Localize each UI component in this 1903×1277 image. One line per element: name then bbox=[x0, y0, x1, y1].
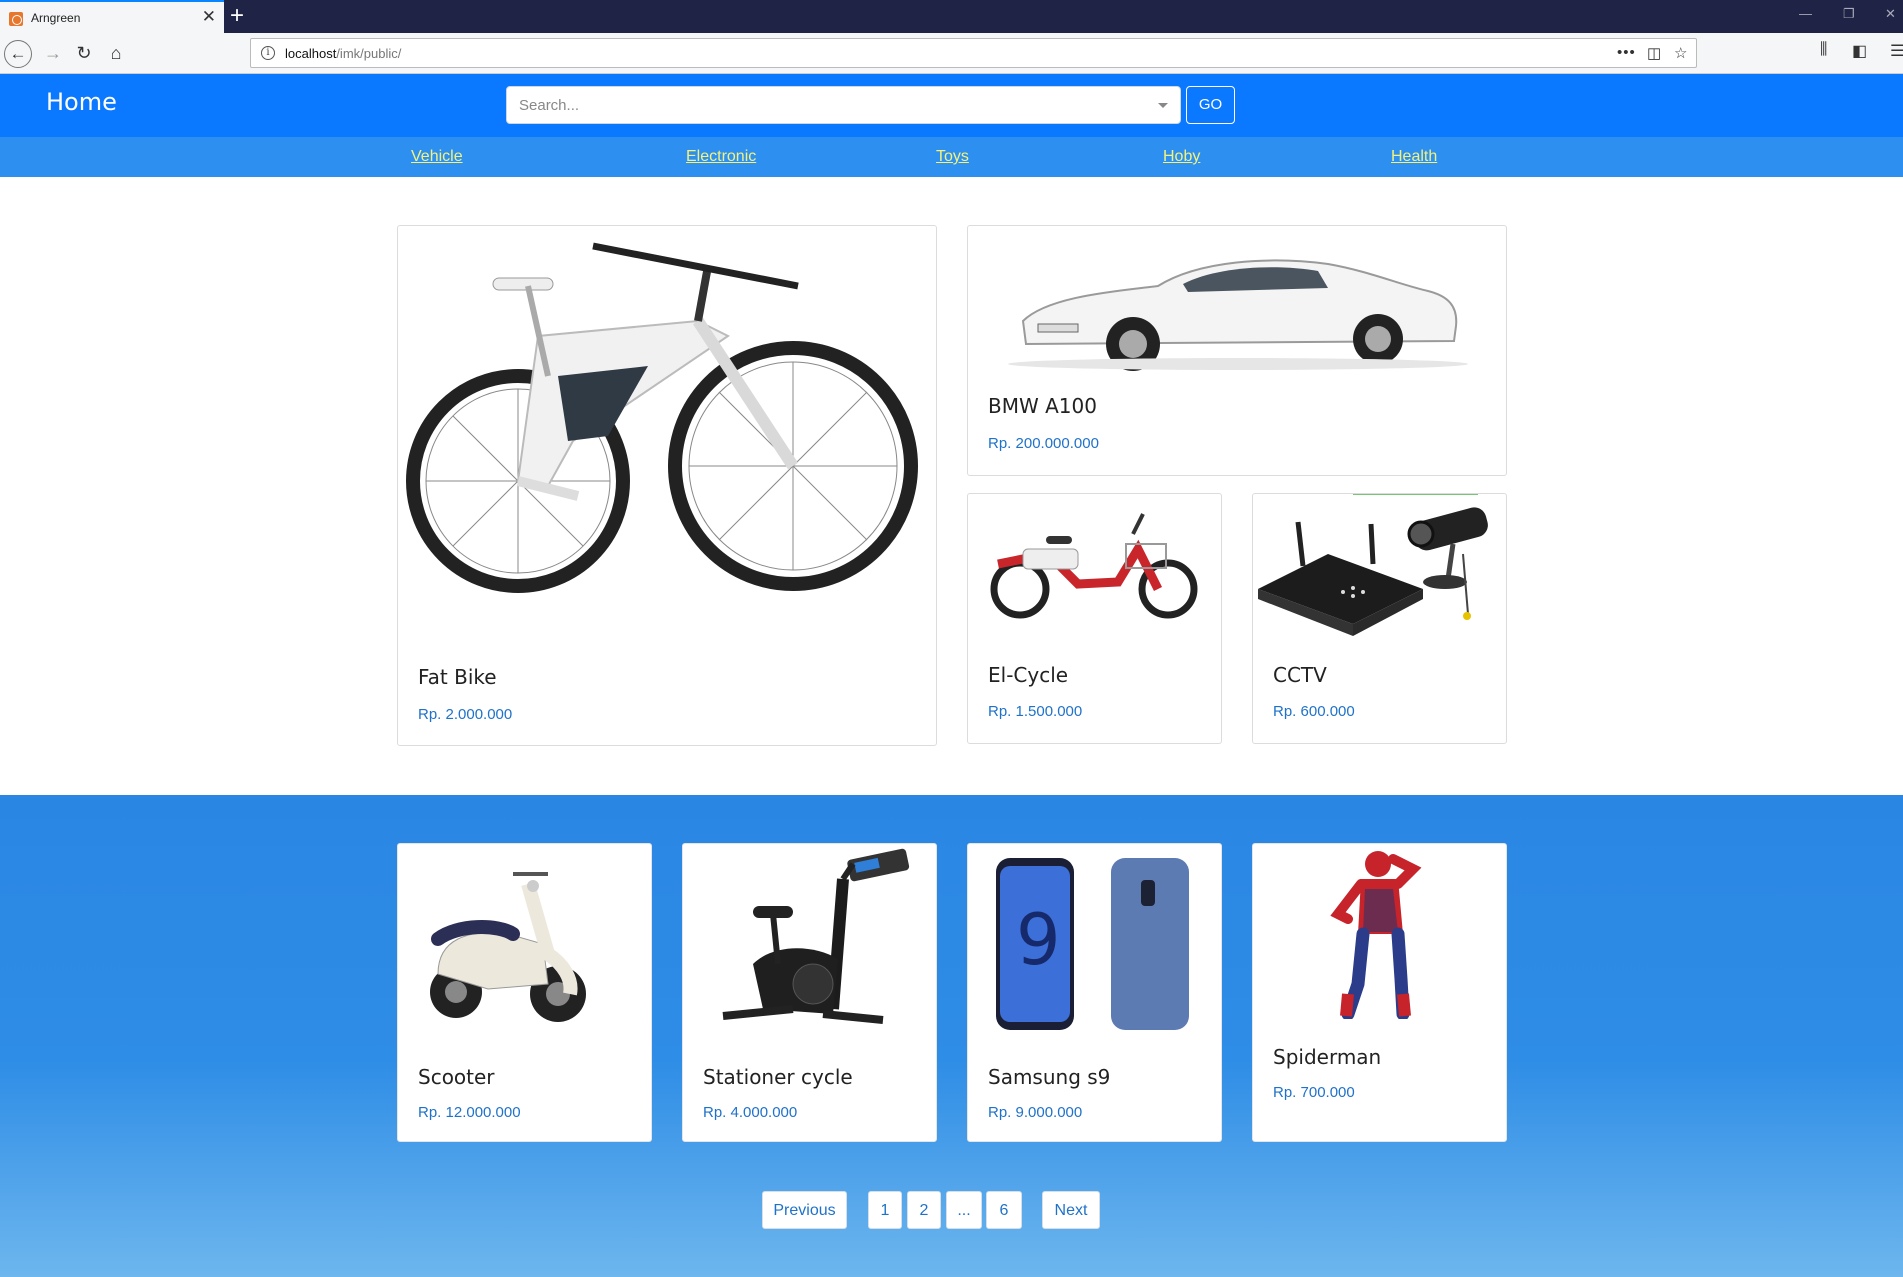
product-price: Rp. 4.000.000 bbox=[703, 1104, 798, 1121]
restore-icon[interactable]: ❐ bbox=[1843, 6, 1855, 22]
page-actions-icon[interactable]: ••• bbox=[1617, 44, 1636, 61]
sidebar-icon[interactable]: ◧ bbox=[1852, 41, 1867, 61]
url-text[interactable]: localhost/imk/public/ bbox=[285, 46, 401, 61]
svg-text:9: 9 bbox=[1016, 899, 1061, 981]
minimize-icon[interactable]: — bbox=[1799, 6, 1812, 21]
product-name[interactable]: Scooter bbox=[418, 1065, 495, 1089]
product-name[interactable]: BMW A100 bbox=[988, 394, 1097, 418]
info-icon[interactable]: i bbox=[261, 46, 275, 60]
product-card-stationer-cycle[interactable]: Stationer cycle Rp. 4.000.000 bbox=[682, 843, 937, 1142]
product-price: Rp. 1.500.000 bbox=[988, 703, 1083, 720]
product-name[interactable]: Stationer cycle bbox=[703, 1065, 853, 1089]
url-host: localhost bbox=[285, 46, 337, 61]
category-link-hoby[interactable]: Hoby bbox=[1163, 148, 1200, 166]
product-card-samsung-s9[interactable]: 9 Samsung s9 Rp. 9.000.000 bbox=[967, 843, 1222, 1142]
url-path: /imk/public/ bbox=[336, 46, 402, 61]
xampp-favicon-icon bbox=[9, 12, 23, 26]
category-link-electronic[interactable]: Electronic bbox=[686, 148, 756, 166]
close-window-icon[interactable]: ✕ bbox=[1885, 6, 1896, 22]
product-price: Rp. 700.000 bbox=[1273, 1084, 1355, 1101]
tab-title: Arngreen bbox=[31, 11, 81, 25]
dropdown-caret-icon[interactable] bbox=[1158, 103, 1168, 108]
reload-icon[interactable]: ↻ bbox=[71, 41, 97, 67]
page-ellipsis: ... bbox=[946, 1191, 982, 1229]
electric-bicycle-image bbox=[990, 513, 1198, 619]
back-arrow-icon[interactable]: ← bbox=[4, 40, 32, 68]
product-card-cctv[interactable]: CCTV Rp. 600.000 bbox=[1252, 493, 1507, 744]
pocket-icon[interactable]: ◫ bbox=[1647, 44, 1661, 62]
action-figure-image bbox=[1330, 851, 1422, 1019]
new-tab-icon[interactable]: + bbox=[230, 4, 244, 28]
product-name[interactable]: CCTV bbox=[1273, 663, 1327, 687]
product-price: Rp. 2.000.000 bbox=[418, 706, 513, 723]
search-select[interactable] bbox=[506, 86, 1181, 124]
product-card-el-cycle[interactable]: El-Cycle Rp. 1.500.000 bbox=[967, 493, 1222, 744]
white-car-image bbox=[1008, 259, 1468, 371]
go-button[interactable]: GO bbox=[1186, 86, 1235, 124]
home-icon[interactable]: ⌂ bbox=[103, 41, 129, 67]
exercise-bike-image bbox=[722, 848, 910, 1024]
smartphone-image: 9 bbox=[996, 858, 1189, 1030]
browser-toolbar: ← → ↻ ⌂ i localhost/imk/public/ ••• ◫ ☆ … bbox=[0, 33, 1903, 74]
product-card-spiderman[interactable]: Spiderman Rp. 700.000 bbox=[1252, 843, 1507, 1142]
product-name[interactable]: Spiderman bbox=[1273, 1045, 1381, 1069]
product-card-bmw-a100[interactable]: BMW A100 Rp. 200.000.000 bbox=[967, 225, 1507, 476]
category-link-health[interactable]: Health bbox=[1391, 148, 1437, 166]
mountain-bike-image bbox=[406, 242, 918, 593]
product-price: Rp. 200.000.000 bbox=[988, 435, 1099, 452]
browser-tab-strip: Arngreen ✕ + — ❐ ✕ bbox=[0, 0, 1903, 33]
product-name[interactable]: Fat Bike bbox=[418, 665, 497, 689]
close-tab-icon[interactable]: ✕ bbox=[202, 8, 216, 26]
category-nav: Vehicle Electronic Toys Hoby Health bbox=[0, 137, 1903, 177]
home-link[interactable]: Home bbox=[46, 88, 117, 116]
product-card-scooter[interactable]: Scooter Rp. 12.000.000 bbox=[397, 843, 652, 1142]
page-button-2[interactable]: 2 bbox=[907, 1191, 941, 1229]
menu-icon[interactable]: ☰ bbox=[1890, 41, 1903, 61]
category-link-toys[interactable]: Toys bbox=[936, 148, 969, 166]
category-link-vehicle[interactable]: Vehicle bbox=[411, 148, 463, 166]
browser-tab[interactable]: Arngreen ✕ bbox=[0, 0, 224, 33]
page-button-1[interactable]: 1 bbox=[868, 1191, 902, 1229]
bookmark-star-icon[interactable]: ☆ bbox=[1674, 44, 1687, 62]
page-button-6[interactable]: 6 bbox=[986, 1191, 1022, 1229]
library-icon[interactable]: ⫼ bbox=[1820, 41, 1827, 59]
forward-arrow-icon[interactable]: → bbox=[40, 41, 66, 67]
cctv-recorder-image bbox=[1258, 494, 1488, 636]
scooter-image bbox=[430, 872, 586, 1022]
previous-page-button[interactable]: Previous bbox=[762, 1191, 847, 1229]
product-name[interactable]: El-Cycle bbox=[988, 663, 1068, 687]
site-header: Home GO bbox=[0, 74, 1903, 137]
next-page-button[interactable]: Next bbox=[1042, 1191, 1100, 1229]
product-price: Rp. 600.000 bbox=[1273, 703, 1355, 720]
product-price: Rp. 9.000.000 bbox=[988, 1104, 1083, 1121]
product-name[interactable]: Samsung s9 bbox=[988, 1065, 1110, 1089]
address-bar[interactable]: i localhost/imk/public/ ••• ◫ ☆ bbox=[250, 38, 1697, 68]
product-price: Rp. 12.000.000 bbox=[418, 1104, 521, 1121]
product-card-fat-bike[interactable]: Fat Bike Rp. 2.000.000 bbox=[397, 225, 937, 746]
search-input[interactable] bbox=[507, 87, 1147, 123]
